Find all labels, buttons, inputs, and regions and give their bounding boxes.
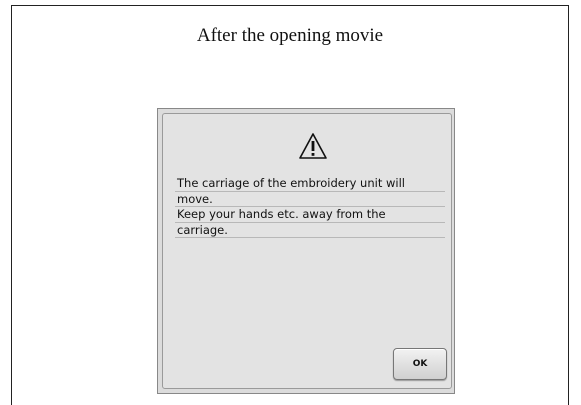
warning-triangle-icon	[299, 133, 327, 159]
warning-message: The carriage of the embroidery unit will…	[175, 176, 445, 238]
figure-frame: After the opening movie The carriage of …	[11, 5, 569, 405]
message-line: carriage.	[175, 223, 445, 238]
message-line: The carriage of the embroidery unit will	[175, 176, 445, 192]
machine-screen: The carriage of the embroidery unit will…	[157, 108, 455, 394]
message-line: move.	[175, 192, 445, 207]
message-line: Keep your hands etc. away from the	[175, 207, 445, 223]
ok-button[interactable]: OK	[393, 348, 447, 380]
warning-dialog: The carriage of the embroidery unit will…	[162, 113, 452, 389]
figure-caption: After the opening movie	[196, 25, 384, 46]
